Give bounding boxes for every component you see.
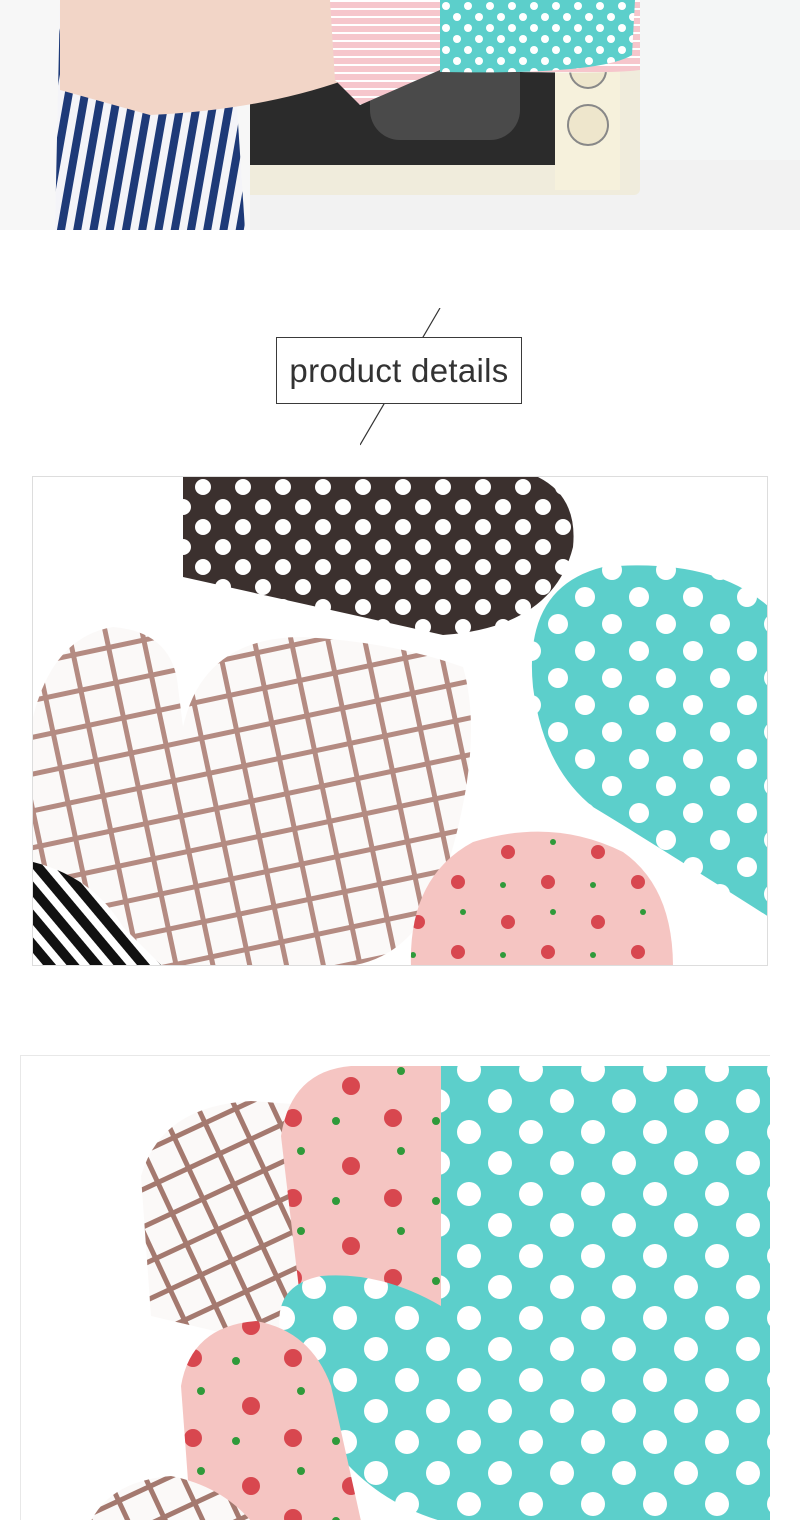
flat-lay-illustration [33,477,767,965]
section-title: product details [289,351,509,389]
product-photo-flat-lay [32,476,768,966]
hero-photo-illustration [0,0,800,230]
section-title-box: product details [276,337,522,404]
stacked-mitts-illustration [21,1056,770,1520]
product-photo-stacked [20,1055,770,1520]
hero-photo-mitt-microwave [0,0,800,230]
